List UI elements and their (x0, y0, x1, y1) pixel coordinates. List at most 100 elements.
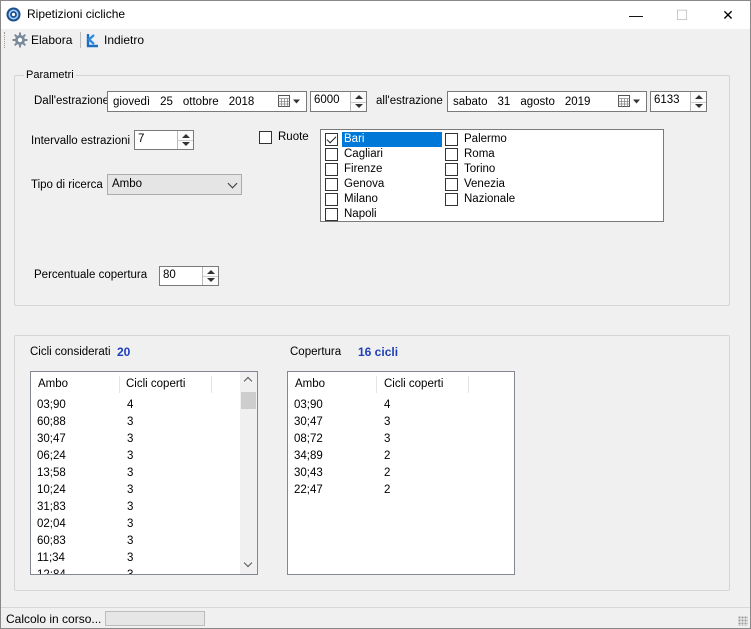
from-weekday: giovedì (113, 95, 151, 108)
ruota-checkbox[interactable] (325, 133, 338, 146)
ruota-checkbox[interactable] (325, 178, 338, 191)
ruota-label: Firenze (344, 163, 383, 175)
cicli-label: Cicli considerati (30, 346, 111, 358)
ruota-label: Genova (344, 178, 385, 190)
right-col-ambo-header[interactable]: Ambo (295, 372, 325, 396)
app-icon (6, 7, 21, 22)
cicli-cell: 3 (384, 416, 391, 428)
column-divider[interactable] (468, 376, 469, 393)
ruota-checkbox[interactable] (445, 148, 458, 161)
table-row[interactable]: 13;58 3 (31, 467, 241, 484)
scrollbar-thumb[interactable] (241, 392, 256, 409)
table-row[interactable]: 30;47 3 (31, 433, 241, 450)
ruota-checkbox[interactable] (325, 148, 338, 161)
tipo-value: Ambo (112, 178, 143, 190)
intervallo-value: 7 (138, 133, 145, 145)
percentuale-value: 80 (163, 269, 176, 281)
left-results-list[interactable]: Ambo Cicli coperti 03;90 4 60;88 3 30;47 3 06;… (30, 371, 258, 575)
ambo-cell: 06;24 (37, 450, 66, 462)
toolbar-grip (4, 32, 7, 48)
ruota-checkbox[interactable] (445, 178, 458, 191)
cicli-cell: 4 (127, 399, 134, 411)
chevron-down-icon[interactable] (243, 558, 253, 568)
copertura-label: Copertura (290, 346, 342, 358)
ruota-checkbox[interactable] (325, 208, 338, 221)
intervallo-spin[interactable] (177, 131, 193, 149)
cicli-cell: 3 (127, 518, 134, 530)
ambo-cell: 60;83 (37, 535, 66, 547)
table-row[interactable]: 31;83 3 (31, 501, 241, 518)
left-list-scrollbar[interactable] (240, 372, 257, 574)
tipo-select[interactable]: Ambo (107, 174, 242, 195)
indietro-label: Indietro (104, 33, 145, 47)
ambo-cell: 60;88 (37, 416, 66, 428)
maximize-button[interactable]: ☐ (659, 1, 705, 29)
table-row[interactable]: 11;34 3 (31, 552, 241, 569)
table-row[interactable]: 30;47 3 (288, 416, 498, 433)
table-row[interactable]: 10;24 3 (31, 484, 241, 501)
to-label: all'estrazione (376, 95, 443, 107)
table-row[interactable]: 30;43 2 (288, 467, 498, 484)
table-row[interactable]: 03;90 4 (31, 399, 241, 416)
from-number-value: 6000 (314, 94, 340, 106)
left-col-ambo-header[interactable]: Ambo (38, 372, 68, 396)
column-divider[interactable] (119, 376, 120, 393)
cicli-cell: 3 (127, 535, 134, 547)
table-row[interactable]: 22;47 2 (288, 484, 498, 501)
calendar-dropdown-icon[interactable] (278, 95, 302, 108)
table-row[interactable]: 12;84 3 (31, 569, 241, 575)
column-divider[interactable] (211, 376, 212, 393)
ambo-cell: 13;58 (37, 467, 66, 479)
table-row[interactable]: 34;89 2 (288, 450, 498, 467)
status-bar: Calcolo in corso... (1, 607, 750, 628)
elabora-button[interactable]: Elabora (12, 30, 72, 50)
ambo-cell: 34;89 (294, 450, 323, 462)
to-date-picker[interactable]: sabato 31 agosto 2019 (447, 91, 647, 112)
table-row[interactable]: 60;83 3 (31, 535, 241, 552)
to-weekday: sabato (453, 95, 488, 108)
right-results-list[interactable]: Ambo Cicli coperti 03;90 4 30;47 3 08;72 3 34;… (287, 371, 515, 575)
ruote-checkbox[interactable] (259, 131, 272, 144)
chevron-up-icon[interactable] (243, 376, 253, 386)
from-year: 2018 (228, 95, 255, 108)
column-divider[interactable] (376, 376, 377, 393)
from-number-stepper[interactable]: 6000 (310, 91, 367, 112)
calendar-dropdown-icon[interactable] (618, 95, 642, 108)
resize-grip[interactable] (738, 616, 748, 626)
ruota-label: Napoli (344, 208, 377, 220)
cicli-cell: 3 (127, 569, 134, 575)
parametri-title: Parametri (24, 69, 76, 81)
progress-bar (105, 611, 205, 626)
percentuale-spin[interactable] (202, 267, 218, 285)
ambo-cell: 03;90 (37, 399, 66, 411)
ruota-label: Bari (342, 132, 442, 147)
intervallo-stepper[interactable]: 7 (134, 130, 194, 150)
ambo-cell: 08;72 (294, 433, 323, 445)
ruota-label: Venezia (464, 178, 505, 190)
from-number-spin[interactable] (350, 92, 366, 111)
gear-icon (12, 32, 28, 48)
ruota-checkbox[interactable] (445, 193, 458, 206)
percentuale-stepper[interactable]: 80 (159, 266, 219, 286)
ruota-checkbox[interactable] (445, 163, 458, 176)
to-number-spin[interactable] (690, 92, 706, 111)
table-row[interactable]: 08;72 3 (288, 433, 498, 450)
ruota-label: Nazionale (464, 193, 516, 205)
ruota-checkbox[interactable] (325, 163, 338, 176)
table-row[interactable]: 60;88 3 (31, 416, 241, 433)
table-row[interactable]: 03;90 4 (288, 399, 498, 416)
table-row[interactable]: 06;24 3 (31, 450, 241, 467)
indietro-button[interactable]: Indietro (85, 30, 144, 50)
ruota-checkbox[interactable] (325, 193, 338, 206)
table-row[interactable]: 02;04 3 (31, 518, 241, 535)
ruota-checkbox[interactable] (445, 133, 458, 146)
minimize-button[interactable]: — (613, 1, 659, 29)
left-col-cicli-header[interactable]: Cicli coperti (126, 372, 185, 396)
ambo-cell: 30;47 (294, 416, 323, 428)
from-date-picker[interactable]: giovedì 25 ottobre 2018 (107, 91, 307, 112)
right-col-cicli-header[interactable]: Cicli coperti (384, 372, 443, 396)
percentuale-label: Percentuale copertura (34, 269, 148, 281)
close-button[interactable]: ✕ (705, 1, 751, 29)
to-number-stepper[interactable]: 6133 (650, 91, 707, 112)
ruote-checklist[interactable]: Bari Cagliari Firenze Genova Milano Napoli Pa… (320, 129, 664, 222)
